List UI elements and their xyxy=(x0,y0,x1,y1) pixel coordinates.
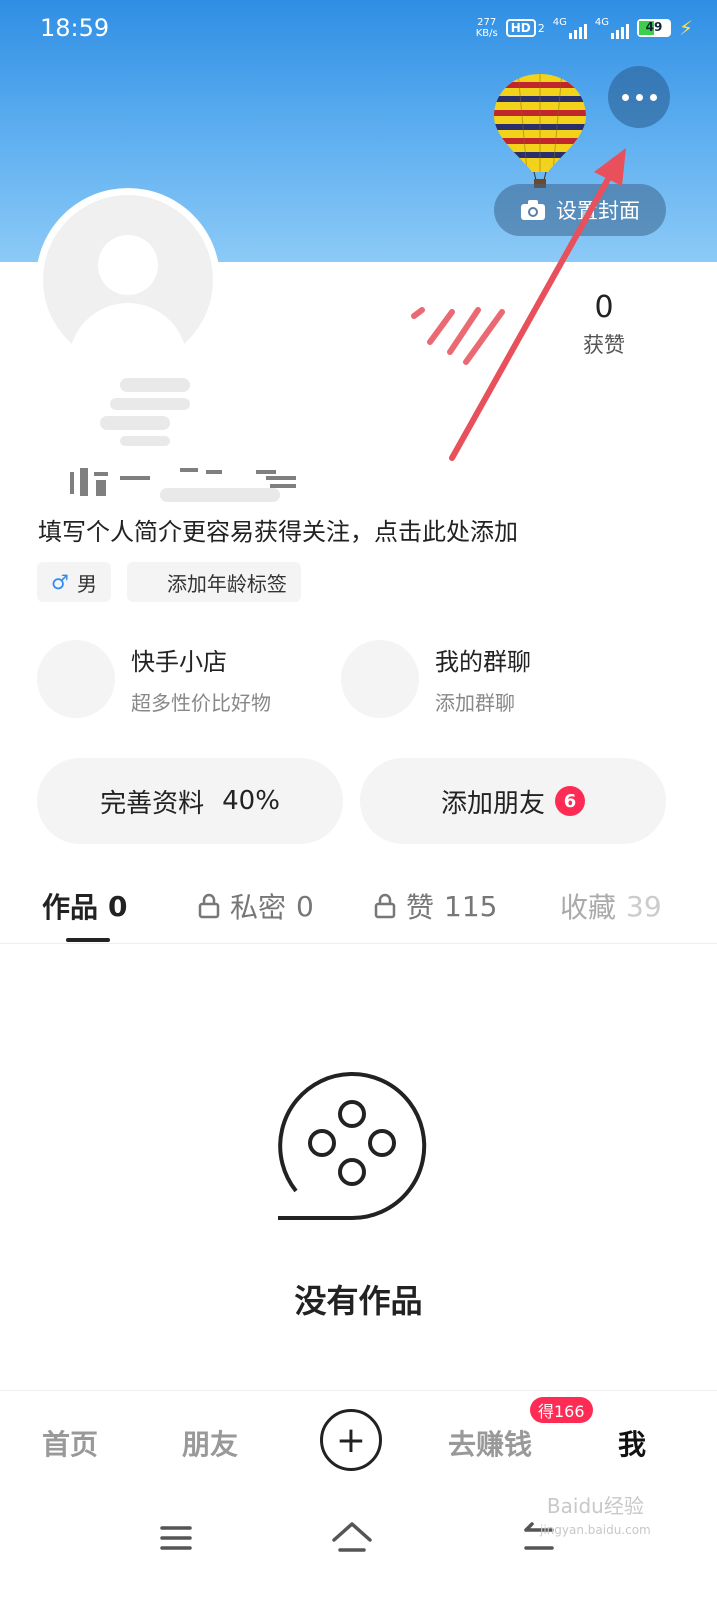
bio-prompt[interactable]: 填写个人简介更容易获得关注，点击此处添加 xyxy=(38,512,518,547)
network-speed: 277 KB/s xyxy=(475,17,498,39)
quick-link-title: 快手小店 xyxy=(131,648,227,676)
plus-icon: + xyxy=(335,1419,367,1461)
quick-link-group-chat[interactable]: 我的群聊 添加群聊 xyxy=(341,640,531,718)
content-tabs: 作品 0 私密 0 赞 115 收藏 39 xyxy=(0,872,717,944)
empty-state-text: 没有作品 xyxy=(294,1282,423,1320)
hd-sub: 2 xyxy=(537,21,545,35)
add-age-tag-button[interactable]: 添加年龄标签 xyxy=(126,562,301,602)
quick-link-subtitle: 添加群聊 xyxy=(435,691,515,715)
watermark: Baidu经验 jingyan.baidu.com xyxy=(540,1494,651,1537)
add-age-tag-label: 添加年龄标签 xyxy=(166,571,287,596)
obscure-marks xyxy=(411,307,505,365)
gender-label: 男 xyxy=(76,571,97,596)
profile-tags: ♂ 男 添加年龄标签 xyxy=(37,562,301,602)
nav-earn[interactable]: 去赚钱 xyxy=(448,1423,532,1463)
more-options-button[interactable] xyxy=(608,66,670,128)
charging-icon: ⚡ xyxy=(678,16,693,40)
complete-profile-percent: 40% xyxy=(222,786,280,816)
active-tab-indicator xyxy=(66,938,110,942)
male-icon: ♂ xyxy=(51,570,69,594)
quick-link-subtitle: 超多性价比好物 xyxy=(131,691,271,715)
add-friends-button[interactable]: 添加朋友 6 xyxy=(360,758,666,844)
quick-link-shop[interactable]: 快手小店 超多性价比好物 xyxy=(37,640,271,718)
avatar[interactable] xyxy=(36,188,220,372)
tab-private[interactable]: 私密 0 xyxy=(198,886,314,926)
hd-icon: HD xyxy=(505,19,536,37)
add-friends-badge: 6 xyxy=(555,786,585,816)
status-bar: 18:59 277 KB/s HD 2 4G 4G 49 ⚡ xyxy=(0,0,717,58)
tab-likes[interactable]: 赞 115 xyxy=(374,886,497,926)
obscured-username xyxy=(70,378,296,502)
camera-icon xyxy=(521,200,545,220)
likes-stat[interactable]: 0 获赞 xyxy=(560,290,648,359)
lock-icon xyxy=(374,893,396,919)
tab-works[interactable]: 作品 0 xyxy=(42,886,128,926)
complete-profile-button[interactable]: 完善资料 40% xyxy=(37,758,343,844)
set-cover-button[interactable]: 设置封面 xyxy=(494,184,666,236)
quick-link-title: 我的群聊 xyxy=(435,648,531,676)
add-friends-label: 添加朋友 xyxy=(440,788,545,819)
signal-icon-1: 4G xyxy=(553,17,587,39)
battery-icon: 49 xyxy=(636,19,671,37)
earn-badge: 得166 xyxy=(530,1397,593,1423)
group-chat-icon xyxy=(341,640,419,718)
lock-icon xyxy=(198,893,220,919)
signal-icon-2: 4G xyxy=(595,17,629,39)
nav-home[interactable]: 首页 xyxy=(42,1423,98,1463)
complete-profile-label: 完善资料 xyxy=(100,788,205,819)
more-dot-icon xyxy=(621,93,629,101)
likes-count: 0 xyxy=(594,290,614,325)
tab-favorites[interactable]: 收藏 39 xyxy=(560,886,662,926)
nav-friends[interactable]: 朋友 xyxy=(182,1423,238,1463)
home-icon[interactable] xyxy=(328,1514,376,1562)
gender-tag[interactable]: ♂ 男 xyxy=(37,562,111,602)
likes-label: 获赞 xyxy=(583,333,625,357)
hot-air-balloon-image xyxy=(494,74,586,188)
shop-icon xyxy=(37,640,115,718)
film-reel-icon xyxy=(278,1072,427,1221)
status-time: 18:59 xyxy=(40,14,110,42)
create-plus-button[interactable]: + xyxy=(320,1409,382,1471)
status-icons: 277 KB/s HD 2 4G 4G 49 ⚡ xyxy=(476,16,693,40)
nav-me[interactable]: 我 xyxy=(618,1423,646,1463)
set-cover-label: 设置封面 xyxy=(556,199,640,223)
bottom-nav: 首页 朋友 + 去赚钱 得166 我 xyxy=(0,1390,717,1490)
menu-icon[interactable] xyxy=(152,1514,200,1562)
